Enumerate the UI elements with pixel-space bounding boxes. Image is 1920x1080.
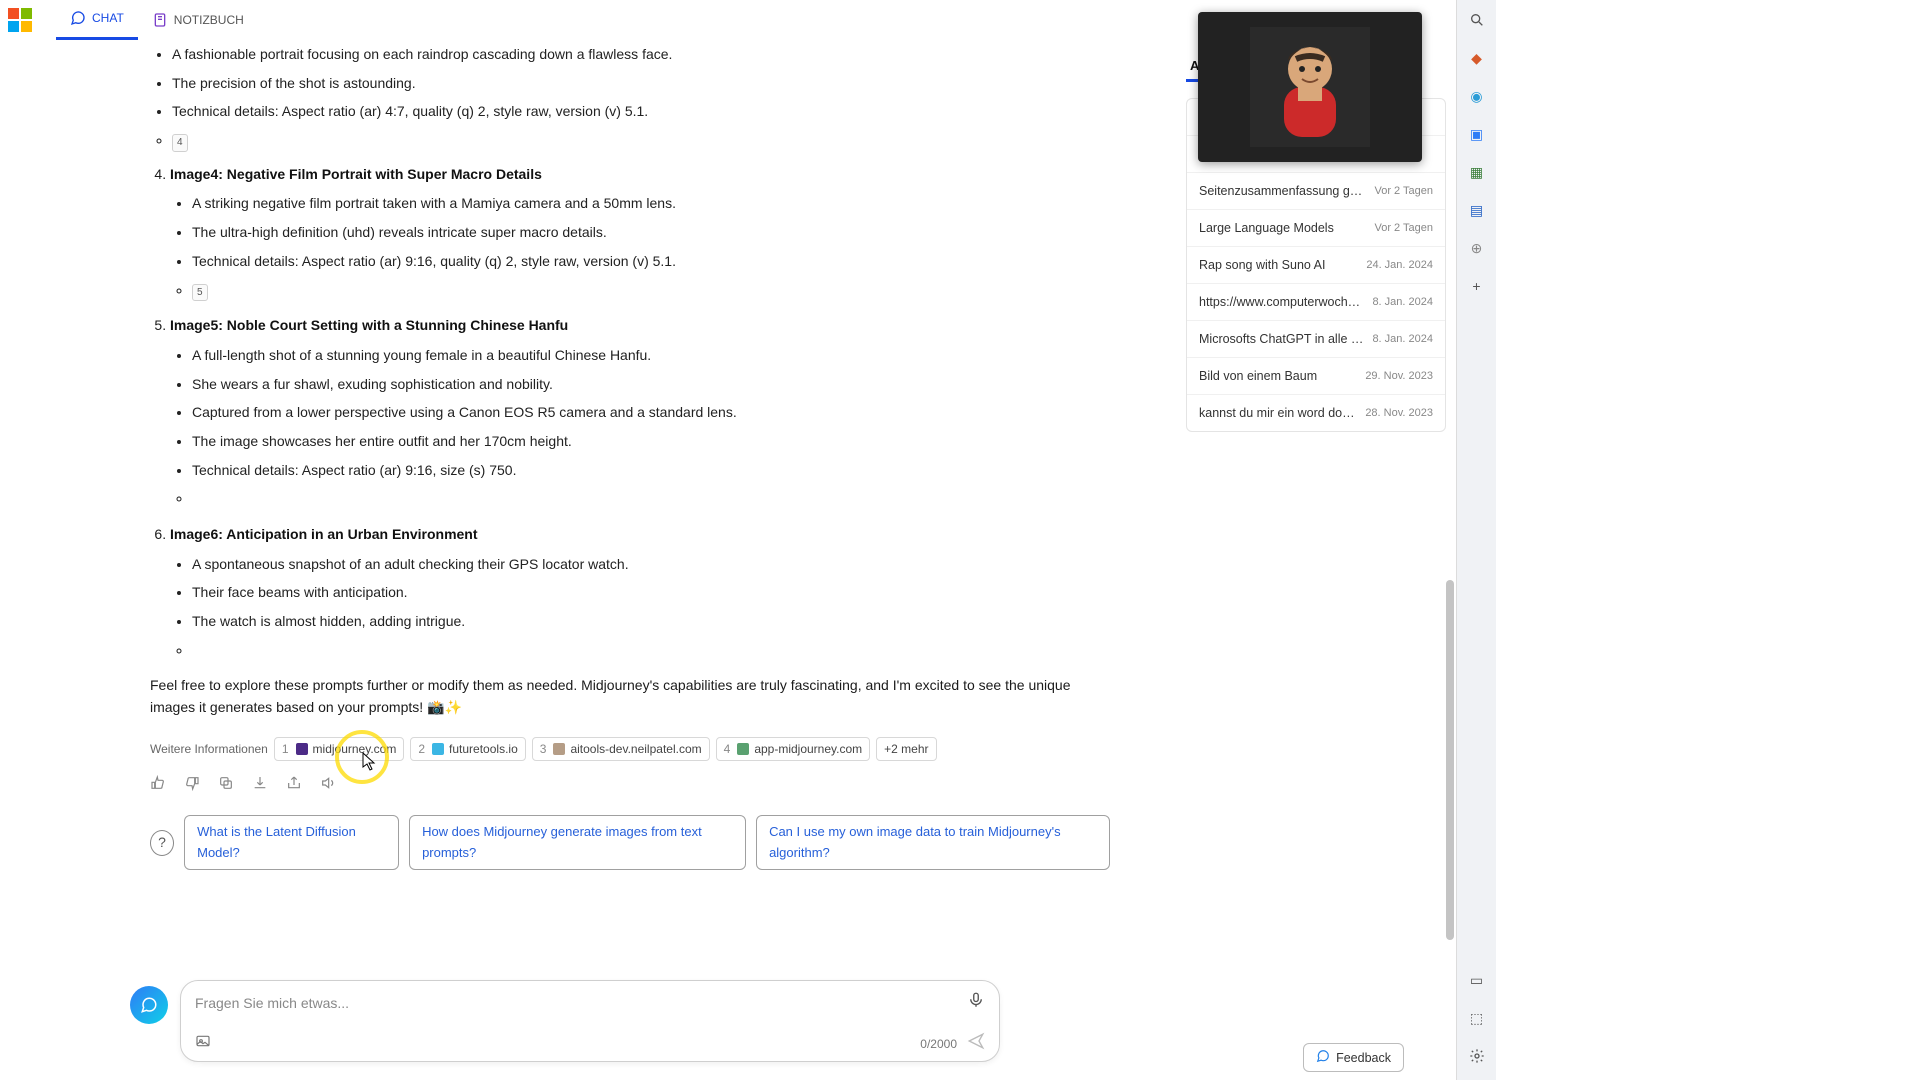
favicon-icon: [553, 743, 565, 755]
settings-icon[interactable]: [1465, 1044, 1489, 1068]
chat-icon: [70, 10, 86, 26]
download-icon[interactable]: [252, 775, 268, 791]
image-input-icon[interactable]: [195, 1033, 211, 1054]
item-title: Image4: Negative Film Portrait with Supe…: [170, 166, 542, 182]
rail-app-icon[interactable]: ◆: [1465, 46, 1489, 70]
source-chip[interactable]: 2futuretools.io: [410, 737, 525, 762]
sources-row: Weitere Informationen 1midjourney.com 2f…: [150, 737, 1110, 762]
citation-chip[interactable]: 4: [172, 134, 188, 152]
numbered-item: Image5: Noble Court Setting with a Stunn…: [170, 315, 1110, 510]
favicon-icon: [432, 743, 444, 755]
tab-chat-label: CHAT: [92, 11, 124, 25]
recent-item[interactable]: Seitenzusammenfassung generierenVor 2 Ta…: [1187, 173, 1445, 210]
bullet: Technical details: Aspect ratio (ar) 9:1…: [192, 460, 1110, 482]
recent-item[interactable]: Microsofts ChatGPT in alle Produkte in8.…: [1187, 321, 1445, 358]
edge-sidebar: ◆ ◉ ▣ ▦ ▤ ⊕ + ▭ ⬚: [1456, 0, 1496, 1080]
recent-item[interactable]: Bild von einem Baum29. Nov. 2023: [1187, 358, 1445, 395]
rail-app-icon[interactable]: ▣: [1465, 122, 1489, 146]
bullet: The ultra-high definition (uhd) reveals …: [192, 222, 1110, 244]
tab-notebook-label: NOTIZBUCH: [174, 13, 244, 27]
bullet: Their face beams with anticipation.: [192, 582, 1110, 604]
source-chip[interactable]: 3aitools-dev.neilpatel.com: [532, 737, 710, 762]
bullet: The image showcases her entire outfit an…: [192, 431, 1110, 453]
send-icon[interactable]: [967, 1032, 985, 1055]
recent-item[interactable]: Large Language ModelsVor 2 Tagen: [1187, 210, 1445, 247]
bullet: A full-length shot of a stunning young f…: [192, 345, 1110, 367]
citation-chip[interactable]: 5: [192, 284, 208, 302]
bullet: The watch is almost hidden, adding intri…: [192, 611, 1110, 633]
question-icon: ?: [150, 830, 174, 856]
recent-item[interactable]: Rap song with Suno AI24. Jan. 2024: [1187, 247, 1445, 284]
feedback-icon: [1316, 1049, 1330, 1066]
copy-icon[interactable]: [218, 775, 234, 791]
empty-bullet: [192, 640, 1110, 662]
suggestion-chip[interactable]: How does Midjourney generate images from…: [409, 815, 746, 869]
numbered-item: Image4: Negative Film Portrait with Supe…: [170, 164, 1110, 301]
tab-chat[interactable]: CHAT: [56, 0, 138, 40]
feedback-button[interactable]: Feedback: [1303, 1043, 1404, 1072]
source-chip[interactable]: 4app-midjourney.com: [716, 737, 871, 762]
chat-response: A fashionable portrait focusing on each …: [150, 44, 1110, 870]
webcam-overlay: [1198, 12, 1422, 162]
source-chip[interactable]: 1midjourney.com: [274, 737, 405, 762]
new-topic-button[interactable]: [130, 986, 168, 1024]
bullet: Technical details: Aspect ratio (ar) 4:7…: [172, 101, 1110, 123]
favicon-icon: [737, 743, 749, 755]
rail-app-icon[interactable]: ▤: [1465, 198, 1489, 222]
windows-logo-icon: [8, 8, 32, 32]
closing-text: Feel free to explore these prompts furth…: [150, 675, 1110, 718]
more-info-label: Weitere Informationen: [150, 740, 268, 759]
suggestions-row: ? What is the Latent Diffusion Model? Ho…: [150, 815, 1110, 869]
bullet: A spontaneous snapshot of an adult check…: [192, 554, 1110, 576]
presenter-face: [1198, 12, 1422, 162]
rail-app-icon[interactable]: ⬚: [1465, 1006, 1489, 1030]
feedback-label: Feedback: [1336, 1051, 1391, 1065]
recent-item[interactable]: https://www.computerwoche.de/a/mi8. Jan.…: [1187, 284, 1445, 321]
bullet: Captured from a lower perspective using …: [192, 402, 1110, 424]
scrollbar-thumb[interactable]: [1446, 580, 1454, 940]
bullet: The precision of the shot is astounding.: [172, 73, 1110, 95]
speaker-icon[interactable]: [320, 775, 336, 791]
recent-item[interactable]: kannst du mir ein word dokument ers28. N…: [1187, 395, 1445, 431]
bullet: A striking negative film portrait taken …: [192, 193, 1110, 215]
suggestion-chip[interactable]: Can I use my own image data to train Mid…: [756, 815, 1110, 869]
bullet: A fashionable portrait focusing on each …: [172, 44, 1110, 66]
share-icon[interactable]: [286, 775, 302, 791]
rail-app-icon[interactable]: ◉: [1465, 84, 1489, 108]
scrollbar[interactable]: [1444, 40, 1454, 1080]
tab-notebook[interactable]: NOTIZBUCH: [138, 0, 258, 40]
item-title: Image6: Anticipation in an Urban Environ…: [170, 526, 478, 542]
bullet: She wears a fur shawl, exuding sophistic…: [192, 374, 1110, 396]
suggestion-chip[interactable]: What is the Latent Diffusion Model?: [184, 815, 399, 869]
citation-bullet: 5: [192, 280, 1110, 302]
sources-more-chip[interactable]: +2 mehr: [876, 737, 936, 762]
notebook-icon: [152, 12, 168, 28]
bullet: Technical details: Aspect ratio (ar) 9:1…: [192, 251, 1110, 273]
citation-bullet: 4: [172, 130, 1110, 152]
search-icon[interactable]: [1465, 8, 1489, 32]
favicon-icon: [296, 743, 308, 755]
dislike-icon[interactable]: [184, 775, 200, 791]
chat-input[interactable]: Fragen Sie mich etwas... 0/2000: [180, 980, 1000, 1062]
message-actions: [150, 775, 1110, 791]
like-icon[interactable]: [150, 775, 166, 791]
empty-bullet: [192, 488, 1110, 510]
rail-app-icon[interactable]: ▦: [1465, 160, 1489, 184]
char-count: 0/2000: [920, 1037, 957, 1051]
mic-icon[interactable]: [967, 991, 985, 1014]
plus-icon[interactable]: +: [1465, 274, 1489, 298]
rail-app-icon[interactable]: ⊕: [1465, 236, 1489, 260]
input-placeholder: Fragen Sie mich etwas...: [195, 995, 967, 1011]
input-bar: Fragen Sie mich etwas... 0/2000: [130, 980, 1000, 1062]
item-title: Image5: Noble Court Setting with a Stunn…: [170, 317, 568, 333]
rail-app-icon[interactable]: ▭: [1465, 968, 1489, 992]
numbered-item: Image6: Anticipation in an Urban Environ…: [170, 524, 1110, 661]
